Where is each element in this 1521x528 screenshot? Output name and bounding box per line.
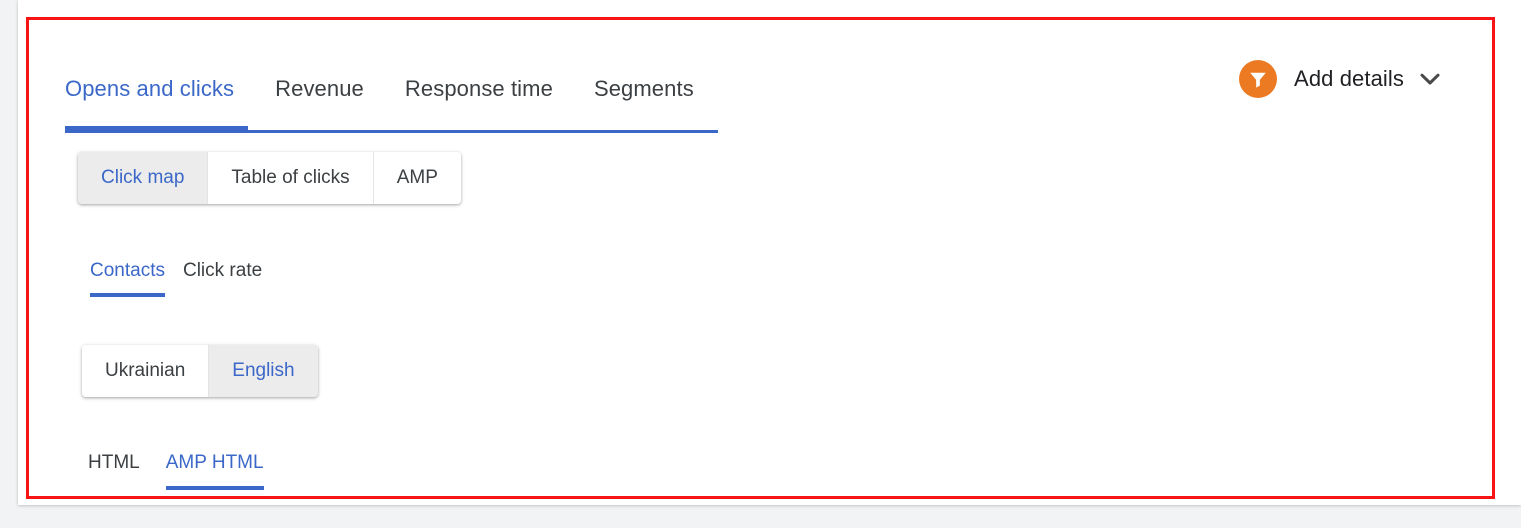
language-ukrainian[interactable]: Ukrainian: [82, 345, 210, 397]
view-mode-switch: Click map Table of clicks AMP: [78, 152, 461, 204]
language-english[interactable]: English: [209, 345, 318, 397]
main-tab-bar: Opens and clicks Revenue Response time S…: [65, 58, 694, 132]
report-panel-highlight: Opens and clicks Revenue Response time S…: [26, 17, 1495, 499]
metric-tab-contacts-label: Contacts: [90, 260, 165, 281]
view-mode-click-map-label: Click map: [101, 167, 185, 188]
metric-tab-click-rate-label: Click rate: [182, 260, 263, 281]
funnel-icon: [1239, 60, 1278, 98]
view-mode-table-of-clicks[interactable]: Table of clicks: [208, 152, 374, 204]
view-mode-segmented-group: Click map Table of clicks AMP: [78, 152, 461, 204]
language-switch: Ukrainian English: [82, 345, 318, 397]
add-details-button[interactable]: Add details: [1239, 57, 1440, 101]
tab-segments-label: Segments: [593, 76, 694, 101]
language-english-label: English: [232, 360, 295, 381]
metric-tab-click-rate[interactable]: Click rate: [183, 260, 262, 297]
language-segmented-group: Ukrainian English: [82, 345, 318, 397]
tab-opens-and-clicks-label: Opens and clicks: [65, 76, 235, 101]
metric-tab-contacts[interactable]: Contacts: [90, 260, 165, 297]
format-tab-amp-html[interactable]: AMP HTML: [165, 452, 264, 490]
format-tab-bar: HTML AMP HTML: [88, 452, 264, 490]
format-tab-html[interactable]: HTML: [88, 452, 140, 490]
tab-response-time[interactable]: Response time: [405, 76, 553, 132]
panel-header: Opens and clicks Revenue Response time S…: [29, 20, 1492, 133]
main-tab-active-indicator: [65, 126, 248, 133]
metric-tab-bar: Contacts Click rate: [90, 260, 262, 297]
view-mode-click-map[interactable]: Click map: [78, 152, 209, 204]
format-tab-amp-html-label: AMP HTML: [165, 452, 264, 473]
tab-revenue[interactable]: Revenue: [275, 76, 364, 132]
language-ukrainian-label: Ukrainian: [105, 360, 186, 381]
tab-revenue-label: Revenue: [275, 76, 364, 101]
view-mode-amp[interactable]: AMP: [373, 152, 461, 204]
chevron-down-icon: [1420, 73, 1440, 86]
view-mode-amp-label: AMP: [396, 167, 438, 188]
add-details-label: Add details: [1294, 66, 1404, 91]
tab-response-time-label: Response time: [404, 76, 553, 101]
format-tab-html-label: HTML: [88, 452, 140, 473]
tab-opens-and-clicks[interactable]: Opens and clicks: [65, 76, 234, 132]
tab-segments[interactable]: Segments: [594, 76, 694, 132]
view-mode-table-of-clicks-label: Table of clicks: [231, 167, 350, 188]
